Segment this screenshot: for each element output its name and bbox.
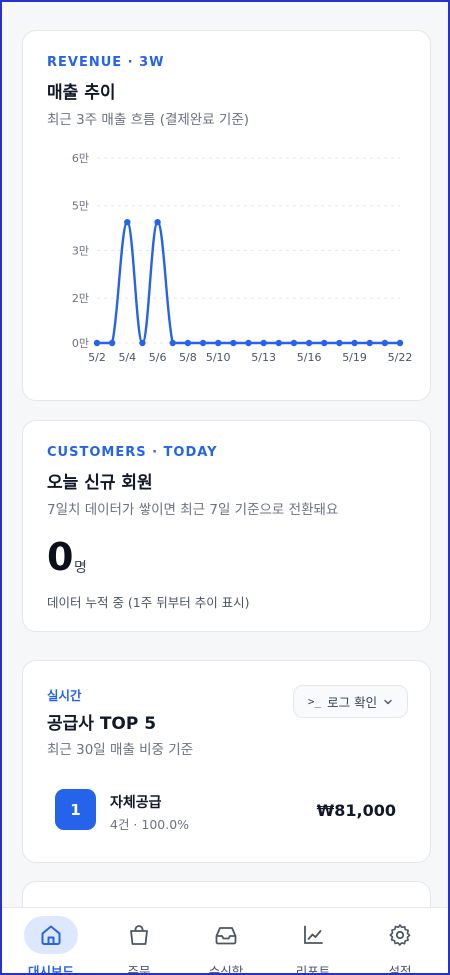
data-point bbox=[351, 339, 358, 347]
y-tick-label: 0만 bbox=[72, 337, 89, 350]
chart-icon bbox=[304, 925, 323, 944]
x-tick-label: 5/4 bbox=[118, 351, 136, 364]
y-tick-label: 5만 bbox=[72, 200, 89, 213]
suppliers-title: 공급사 TOP 5 bbox=[47, 714, 157, 734]
nav-item-settings[interactable]: 설정 bbox=[355, 908, 445, 975]
nav-item-reports[interactable]: 리포트 bbox=[268, 908, 358, 975]
customers-eyebrow: CUSTOMERS · TODAY bbox=[47, 445, 218, 460]
data-point bbox=[336, 339, 343, 347]
nav-label-settings: 설정 bbox=[388, 964, 412, 975]
nav-item-inbox[interactable]: 수신함 bbox=[181, 908, 271, 975]
y-tick-label: 3만 bbox=[72, 245, 89, 258]
x-tick-label: 5/10 bbox=[206, 351, 231, 364]
data-point bbox=[260, 339, 267, 347]
data-point bbox=[290, 339, 298, 347]
data-point bbox=[381, 339, 389, 347]
nav-label-reports: 리포트 bbox=[295, 964, 331, 975]
x-tick-label: 5/16 bbox=[297, 351, 322, 364]
revenue-card: REVENUE · 3W 매출 추이 최근 3주 매출 흐름 (결제완료 기준)… bbox=[22, 30, 431, 401]
customers-note: 데이터 누적 중 (1주 뒤부터 추이 표시) bbox=[47, 595, 250, 610]
y-tick-label: 6만 bbox=[72, 152, 89, 165]
customers-subtitle: 7일치 데이터가 쌓이면 최근 7일 기준으로 전환돼요 bbox=[47, 502, 339, 518]
log-check-button[interactable]: >_ 로그 확인 bbox=[293, 685, 408, 718]
shopping-bag-icon bbox=[130, 925, 148, 945]
x-tick-label: 5/22 bbox=[388, 351, 413, 364]
dashboard-scroll[interactable]: REVENUE · 3W 매출 추이 최근 3주 매출 흐름 (결제완료 기준)… bbox=[0, 0, 450, 907]
data-point bbox=[93, 339, 101, 347]
supplier-rank-badge: 1 bbox=[55, 789, 96, 830]
customers-card: CUSTOMERS · TODAY 오늘 신규 회원 7일치 데이터가 쌓이면 … bbox=[22, 420, 431, 632]
data-point bbox=[139, 339, 146, 347]
suppliers-card: 실시간 공급사 TOP 5 최근 30일 매출 비중 기준 >_ 로그 확인 1… bbox=[22, 660, 431, 863]
supplier-amount: ₩81,000 bbox=[316, 801, 396, 820]
home-icon bbox=[41, 925, 61, 945]
data-point bbox=[215, 339, 222, 347]
data-point bbox=[275, 339, 282, 347]
data-point bbox=[199, 339, 207, 347]
x-tick-label: 5/2 bbox=[88, 351, 106, 364]
suppliers-subtitle: 최근 30일 매출 비중 기준 bbox=[47, 742, 194, 758]
data-point bbox=[124, 218, 131, 226]
x-tick-label: 5/13 bbox=[251, 351, 276, 364]
data-point bbox=[230, 339, 237, 347]
data-point bbox=[108, 339, 116, 347]
revenue-line-chart: 0만 2만 3만 5만 6만 5/2 5/4 5/6 5/8 5/10 5/13 5/16 5/19 5/… bbox=[72, 152, 413, 364]
nav-label-inbox: 수신함 bbox=[208, 964, 244, 975]
log-check-label: 로그 확인 bbox=[327, 695, 378, 710]
data-point bbox=[366, 339, 373, 347]
data-point bbox=[396, 339, 404, 347]
data-point bbox=[305, 339, 313, 347]
data-point bbox=[154, 218, 161, 226]
terminal-icon: >_ bbox=[307, 695, 322, 708]
chevron-down-icon bbox=[384, 699, 392, 704]
x-tick-label: 5/8 bbox=[179, 351, 197, 364]
gear-icon bbox=[389, 924, 411, 946]
supplier-meta: 4건 · 100.0% bbox=[110, 817, 190, 832]
new-customers-count: 0 bbox=[47, 535, 74, 579]
y-tick-label: 2만 bbox=[72, 292, 89, 305]
nav-label-orders: 주문 bbox=[127, 964, 151, 975]
data-point bbox=[169, 339, 176, 347]
series-line bbox=[96, 220, 400, 345]
inbox-icon bbox=[215, 927, 237, 945]
data-point bbox=[184, 339, 192, 347]
nav-item-orders[interactable]: 주문 bbox=[94, 908, 184, 975]
nav-label-dashboard: 대시보드 bbox=[27, 964, 74, 975]
supplier-name: 자체공급 bbox=[110, 795, 162, 811]
next-card-partial bbox=[22, 881, 431, 907]
nav-item-dashboard[interactable]: 대시보드 bbox=[6, 908, 96, 975]
suppliers-eyebrow: 실시간 bbox=[47, 688, 82, 703]
bottom-navigation: 대시보드 주문 수신함 리포트 설정 bbox=[0, 907, 450, 975]
customers-title: 오늘 신규 회원 bbox=[47, 473, 153, 493]
data-point bbox=[321, 339, 328, 347]
data-point bbox=[245, 339, 252, 347]
new-customers-unit: 명 bbox=[74, 560, 87, 576]
x-tick-label: 5/6 bbox=[149, 351, 167, 364]
x-tick-label: 5/19 bbox=[342, 351, 367, 364]
